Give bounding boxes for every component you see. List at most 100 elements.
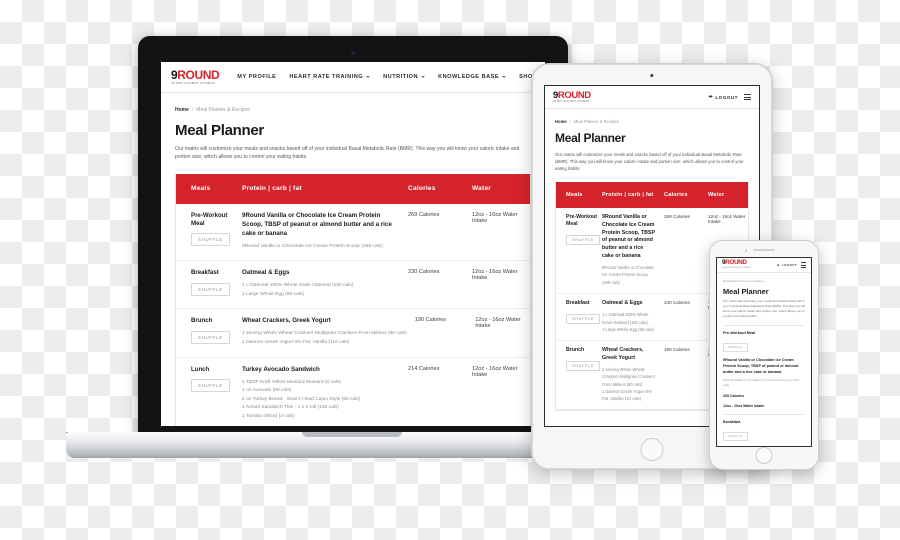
meal-title: Oatmeal & Eggs — [602, 299, 643, 306]
meal-item: 1 TBSP Kraft Yellow Mustard Mustard (0 c… — [242, 379, 342, 385]
meal-items: 1 serving Whole Wheat Crackers Multigrai… — [602, 366, 656, 402]
meal-title: 9Round Vanilla or Chocolate Ice Cream Pr… — [242, 211, 392, 237]
divider — [723, 413, 805, 415]
row-calories-cell: 269 Calories — [408, 211, 440, 218]
meal-name-next: Breakfast — [723, 419, 741, 424]
row-water-cell: 12oz - 16oz Water Intake — [472, 365, 518, 378]
hamburger-menu-icon[interactable] — [801, 262, 806, 268]
logo-tagline: 30 MIN KICKBOX FITNESS — [722, 266, 751, 269]
page-title: Meal Planner — [723, 287, 769, 296]
shuffle-button[interactable]: SHUFFLE — [566, 313, 601, 324]
breadcrumb-home[interactable]: Home — [555, 119, 567, 124]
phone-speaker — [753, 249, 775, 252]
desktop-page: 9ROUND 30 MIN KICKBOX FITNESS MY PROFILE… — [161, 62, 545, 426]
meal-item: 1 Large Whole Egg (80 cals) — [602, 326, 654, 332]
shuffle-button[interactable]: SHUFFLE — [191, 378, 230, 392]
meal-title: Wheat Crackers, Greek Yogurt — [602, 346, 644, 361]
shuffle-button[interactable]: SHUFFLE — [723, 343, 748, 353]
hamburger-menu-icon[interactable] — [744, 94, 751, 100]
row-macro-cell: Wheat Crackers, Greek Yogurt 1 serving W… — [242, 317, 415, 347]
nav-label: NUTRITION — [383, 74, 419, 80]
laptop-lid: 9ROUND 30 MIN KICKBOX FITNESS MY PROFILE… — [138, 36, 568, 436]
column-header-calories: Calories — [408, 185, 436, 193]
meal-items: 1 c Oatmeal 100% Whole Grain Oatmeal (15… — [242, 282, 400, 299]
table-row: Brunch SHUFFLE Wheat Crackers, Greek Yog… — [176, 309, 530, 358]
row-water-cell: 12oz - 16oz Water Intake — [472, 269, 518, 282]
row-macro-cell: Wheat Crackers, Greek Yogurt 1 serving W… — [602, 347, 664, 402]
meal-title: Turkey Avocado Sandwich — [242, 365, 320, 373]
table-row: Pre-Workout Meal SHUFFLE 9Round Vanilla … — [176, 203, 530, 262]
meal-item: 1 oz Avocado (50 cals) — [242, 388, 292, 394]
brand-logo[interactable]: 9ROUND 30 MIN KICKBOX FITNESS — [171, 69, 220, 85]
logout-label: LOGOUT — [782, 263, 797, 267]
brand-logo[interactable]: 9ROUND 30 MIN KICKBOX FITNESS — [722, 260, 751, 269]
meal-items: 9Round Vanilla or Chocolate Ice Cream Pr… — [242, 243, 400, 252]
row-meal-cell: Breakfast SHUFFLE — [556, 300, 602, 333]
desktop-content: Home / Meal Planner & Recipes Meal Planner… — [161, 93, 545, 426]
logout-label: LOGOUT — [715, 94, 738, 100]
meal-item: 1 Arnold Sandwich Thin - 1 x 1 roll (100… — [242, 405, 339, 411]
nav-item-nutrition[interactable]: NUTRITION — [383, 74, 426, 80]
column-header-macros: Protein | carb | fat — [602, 192, 654, 199]
row-macro-cell: Turkey Avocado Sandwich 1 TBSP Kraft Yel… — [242, 366, 408, 422]
nav-item-knowledge-base[interactable]: KNOWLEDGE BASE — [438, 74, 507, 80]
meal-name: Brunch — [566, 346, 585, 353]
breadcrumb-home[interactable]: Home — [175, 107, 189, 113]
meal-item: 1 Tomato (Slice) (4 cals) — [242, 413, 295, 419]
brand-logo[interactable]: 9ROUND 30 MIN KICKBOX FITNESS — [553, 90, 591, 104]
meal-name: Breakfast — [191, 269, 219, 277]
logout-button[interactable]: ➠ LOGOUT — [709, 94, 738, 100]
tablet-camera-icon — [650, 74, 654, 78]
breadcrumb-current: Meal Planner & Recipes — [196, 107, 250, 113]
row-water-cell: 12oz - 16oz Water Intake — [472, 211, 518, 224]
nav-label: KNOWLEDGE BASE — [438, 74, 500, 80]
breadcrumb-current: Meal Planner & Recipes — [573, 119, 619, 124]
shuffle-button[interactable]: SHUFFLE — [191, 233, 230, 247]
shuffle-button[interactable]: SHUFFLE — [191, 330, 230, 344]
logo-tagline: 30 MIN KICKBOX FITNESS — [171, 81, 215, 85]
phone-page: 9ROUND 30 MIN KICKBOX FITNESS ➠ LOGOUT H… — [717, 258, 811, 446]
meal-name: Pre-Workout Meal — [191, 211, 228, 227]
meal-item: 9Round Vanilla or Chocolate Ice Cream Pr… — [242, 243, 383, 249]
meal-title: 9Round Vanilla or Chocolate Ice Cream Pr… — [723, 358, 799, 374]
meal-items: 1 TBSP Kraft Yellow Mustard Mustard (0 c… — [242, 379, 400, 422]
breadcrumb: Home/Meal Planner & Recipes — [175, 107, 531, 113]
meal-items: 9Round Vanilla or Chocolate Ice Cream Pr… — [602, 264, 656, 285]
water-value: 12oz - 16oz Water Intake — [723, 403, 765, 408]
shuffle-button[interactable]: SHUFFLE — [191, 282, 230, 296]
row-calories-cell: 230 Calories — [408, 269, 440, 276]
meal-name: Pre-Workout Meal — [566, 214, 598, 228]
meal-item: 9Round Vanilla or Chocolate Ice Cream Pr… — [723, 378, 800, 388]
shuffle-button[interactable]: SHUFFLE — [723, 431, 748, 441]
nav-item-heart-rate-training[interactable]: HEART RATE TRAINING — [289, 74, 371, 80]
shuffle-button[interactable]: SHUFFLE — [566, 235, 601, 246]
nav-item-my-profile[interactable]: MY PROFILE — [237, 74, 276, 80]
page-intro: Our matrix will customize your meals and… — [175, 146, 520, 161]
meal-name: Pre-Workout Meal — [723, 331, 756, 336]
phone-content: Home/Meal Planner & Recipes Meal Planner… — [717, 273, 811, 442]
row-water-cell: 12oz - 16oz Water Intake — [475, 317, 521, 330]
tablet-home-button[interactable] — [640, 438, 664, 461]
shuffle-button[interactable]: SHUFFLE — [566, 360, 601, 371]
meal-item: 9Round Vanilla or Chocolate Ice Cream Pr… — [602, 265, 654, 285]
phone-navbar: 9ROUND 30 MIN KICKBOX FITNESS ➠ LOGOUT — [717, 258, 811, 273]
meal-item: 1 Dannon Greek Yogurt 0% Fat, Vanilla (1… — [242, 340, 350, 346]
meal-item: 1 c Oatmeal 100% Whole Grain Oatmeal (15… — [242, 283, 354, 289]
breadcrumb: Home/Meal Planner & Recipes — [723, 279, 805, 283]
divider — [723, 325, 805, 327]
chevron-down-icon — [421, 76, 426, 78]
logout-icon: ➠ — [777, 263, 781, 267]
phone-nav-right: ➠ LOGOUT — [777, 262, 806, 268]
row-calories-cell: 269 Calories — [664, 214, 690, 220]
breadcrumb: Home/Meal Planner & Recipes — [555, 119, 749, 124]
phone-home-button[interactable] — [755, 447, 773, 464]
row-macro-cell: 9Round Vanilla or Chocolate Ice Cream Pr… — [242, 212, 408, 252]
laptop-camera-icon — [351, 51, 355, 55]
column-header-macros: Protein | carb | fat — [242, 185, 302, 193]
tablet-navbar: 9ROUND 30 MIN KICKBOX FITNESS ➠ LOGOUT — [545, 86, 759, 109]
logout-button[interactable]: ➠ LOGOUT — [777, 263, 797, 267]
meal-name: Brunch — [191, 317, 213, 325]
row-macro-cell: Oatmeal & Eggs 1 c Oatmeal 100% Whole Gr… — [602, 300, 664, 333]
page-title: Meal Planner — [175, 122, 264, 139]
column-header-meals: Meals — [191, 185, 211, 193]
